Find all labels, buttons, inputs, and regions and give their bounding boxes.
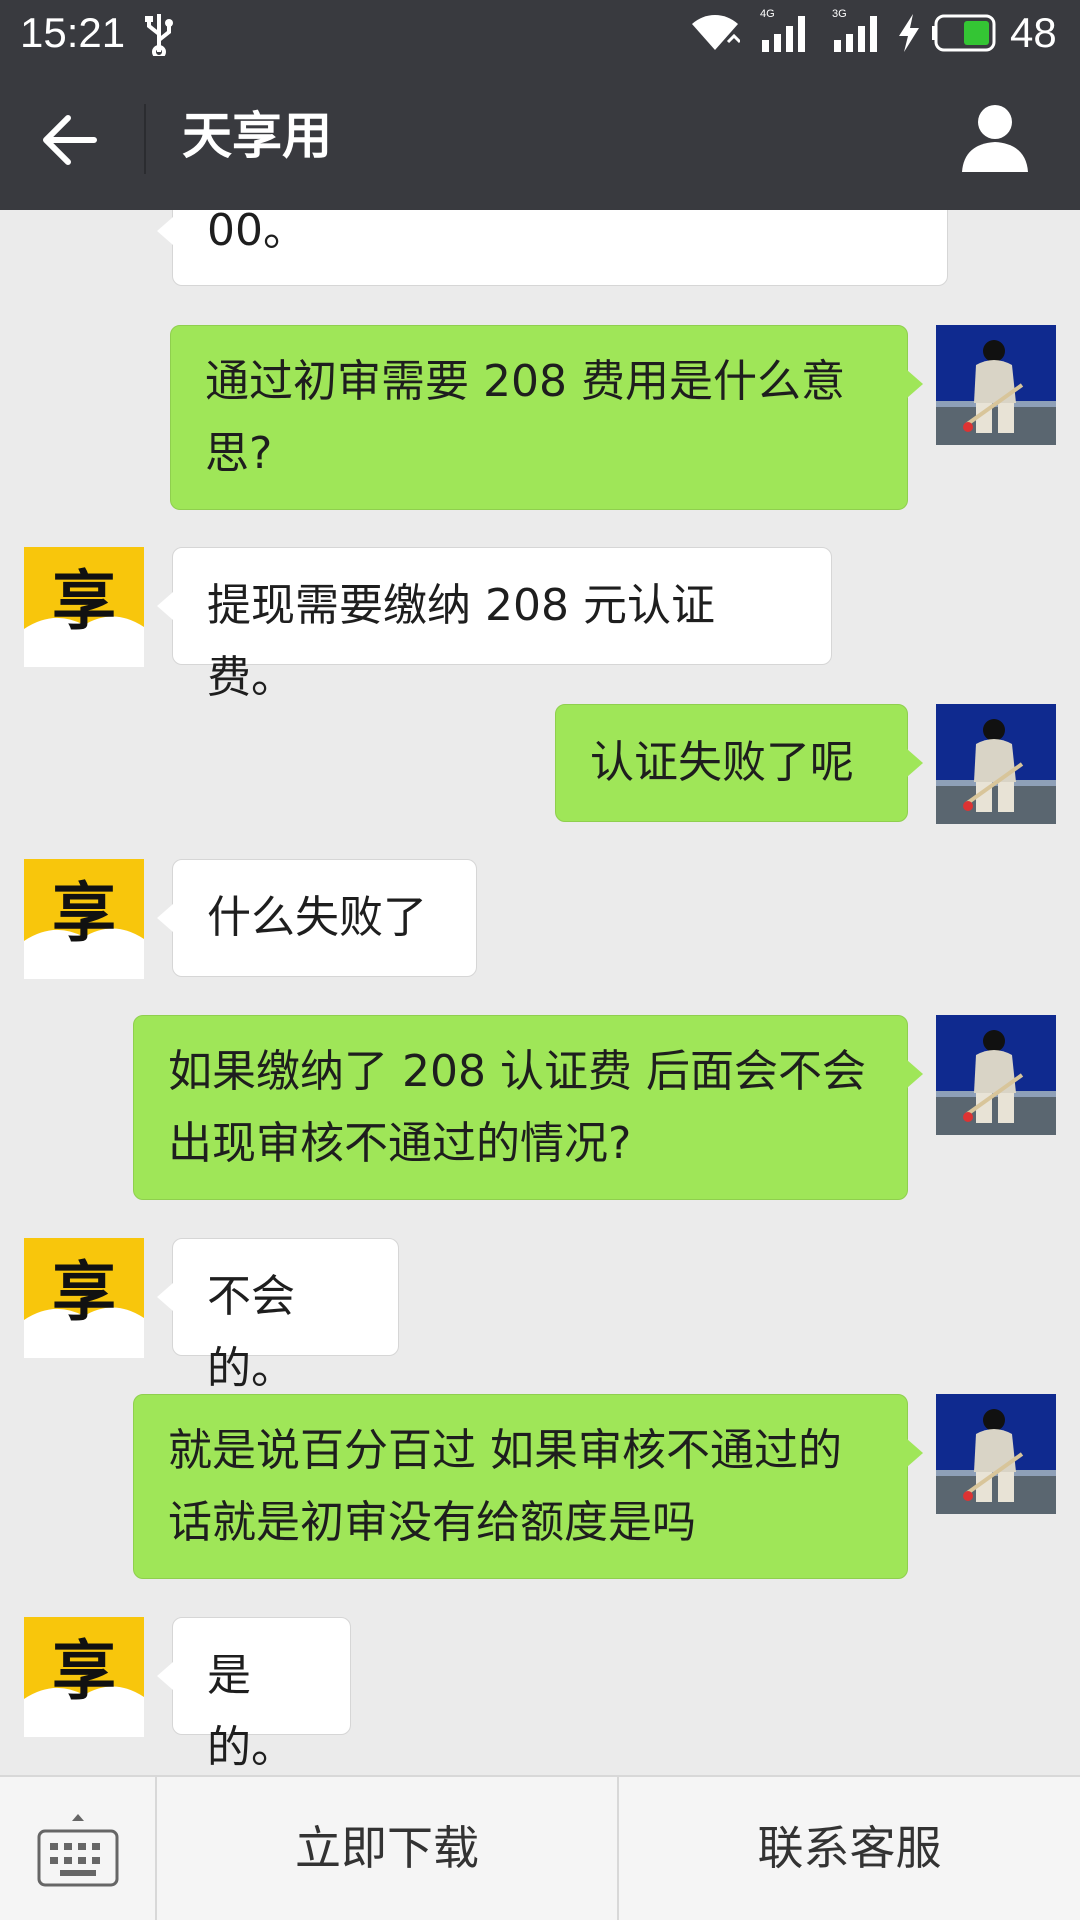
user-avatar[interactable] bbox=[936, 1394, 1056, 1514]
message-line: 思? bbox=[205, 428, 273, 479]
header-bar: 天享用 bbox=[0, 66, 1080, 210]
message-line: 00。 bbox=[207, 210, 307, 256]
status-bar: 15:21 4G 3G 48 bbox=[0, 0, 1080, 66]
user-avatar[interactable] bbox=[936, 1015, 1056, 1135]
page-title: 天享用 bbox=[182, 107, 332, 165]
keyboard-toggle-button[interactable] bbox=[0, 1777, 155, 1920]
bot-avatar-glyph: 享 bbox=[52, 877, 116, 951]
user-avatar[interactable] bbox=[936, 704, 1056, 824]
arrow-left-icon bbox=[34, 115, 110, 182]
bot-avatar-glyph: 享 bbox=[52, 565, 116, 639]
bot-avatar[interactable]: 享 bbox=[24, 547, 144, 667]
message-bubble-bot: 提现需要缴纳 208 元认证费。 bbox=[157, 547, 832, 703]
keyboard-icon bbox=[36, 1807, 120, 1895]
network-label: 3G bbox=[832, 8, 847, 20]
message-bubble-user: 通过初审需要 208 费用是什么意 思? bbox=[170, 325, 923, 510]
message-bubble-bot: 不会的。 bbox=[157, 1238, 399, 1394]
wifi-icon bbox=[690, 12, 742, 56]
bot-avatar[interactable]: 享 bbox=[24, 1617, 144, 1737]
status-time: 15:21 bbox=[20, 9, 126, 56]
network-label: 4G bbox=[760, 8, 775, 20]
contact-support-button[interactable]: 联系客服 bbox=[619, 1777, 1080, 1920]
bot-avatar-glyph: 享 bbox=[52, 1635, 116, 1709]
user-avatar[interactable] bbox=[936, 325, 1056, 445]
message-line: 是的。 bbox=[207, 1650, 295, 1773]
usb-icon bbox=[144, 12, 174, 60]
message-bubble-bot: 00。 bbox=[157, 210, 948, 286]
person-icon bbox=[960, 105, 1030, 178]
message-line: 不会的。 bbox=[207, 1271, 295, 1394]
message-bubble-user: 认证失败了呢 bbox=[555, 704, 923, 822]
message-line: 出现审核不通过的情况? bbox=[168, 1118, 632, 1169]
message-bubble-user: 就是说百分百过 如果审核不通过的 话就是初审没有给额度是吗 bbox=[133, 1394, 923, 1579]
bot-avatar[interactable]: 享 bbox=[24, 1238, 144, 1358]
charging-icon bbox=[897, 14, 921, 56]
bottom-menu-bar: 立即下载 联系客服 bbox=[0, 1775, 1080, 1920]
message-line: 通过初审需要 208 费用是什么意 bbox=[205, 356, 845, 407]
message-bubble-user: 如果缴纳了 208 认证费 后面会不会 出现审核不通过的情况? bbox=[133, 1015, 923, 1200]
battery-icon bbox=[932, 13, 1002, 57]
message-bubble-bot: 什么失败了 bbox=[157, 859, 477, 977]
header-divider bbox=[144, 104, 146, 174]
signal-icon: 3G bbox=[828, 8, 888, 60]
chat-area[interactable]: 00。 通过初审需要 208 费用是什么意 思? 享 提现需要缴纳 208 元认… bbox=[0, 210, 1080, 1775]
message-line: 认证失败了呢 bbox=[590, 737, 854, 788]
profile-button[interactable] bbox=[960, 102, 1030, 174]
message-line: 提现需要缴纳 208 元认证费。 bbox=[207, 580, 715, 703]
battery-level: 48 bbox=[1010, 9, 1057, 56]
bot-avatar-glyph: 享 bbox=[52, 1256, 116, 1330]
signal-icon: 4G bbox=[756, 8, 816, 60]
message-line: 如果缴纳了 208 认证费 后面会不会 bbox=[168, 1046, 866, 1097]
message-line: 就是说百分百过 如果审核不通过的 bbox=[168, 1425, 842, 1476]
bot-avatar[interactable]: 享 bbox=[24, 859, 144, 979]
message-bubble-bot: 是的。 bbox=[157, 1617, 351, 1773]
download-now-button[interactable]: 立即下载 bbox=[157, 1777, 617, 1920]
message-line: 话就是初审没有给额度是吗 bbox=[168, 1497, 696, 1548]
back-button[interactable] bbox=[34, 102, 110, 178]
message-line: 什么失败了 bbox=[207, 892, 427, 943]
